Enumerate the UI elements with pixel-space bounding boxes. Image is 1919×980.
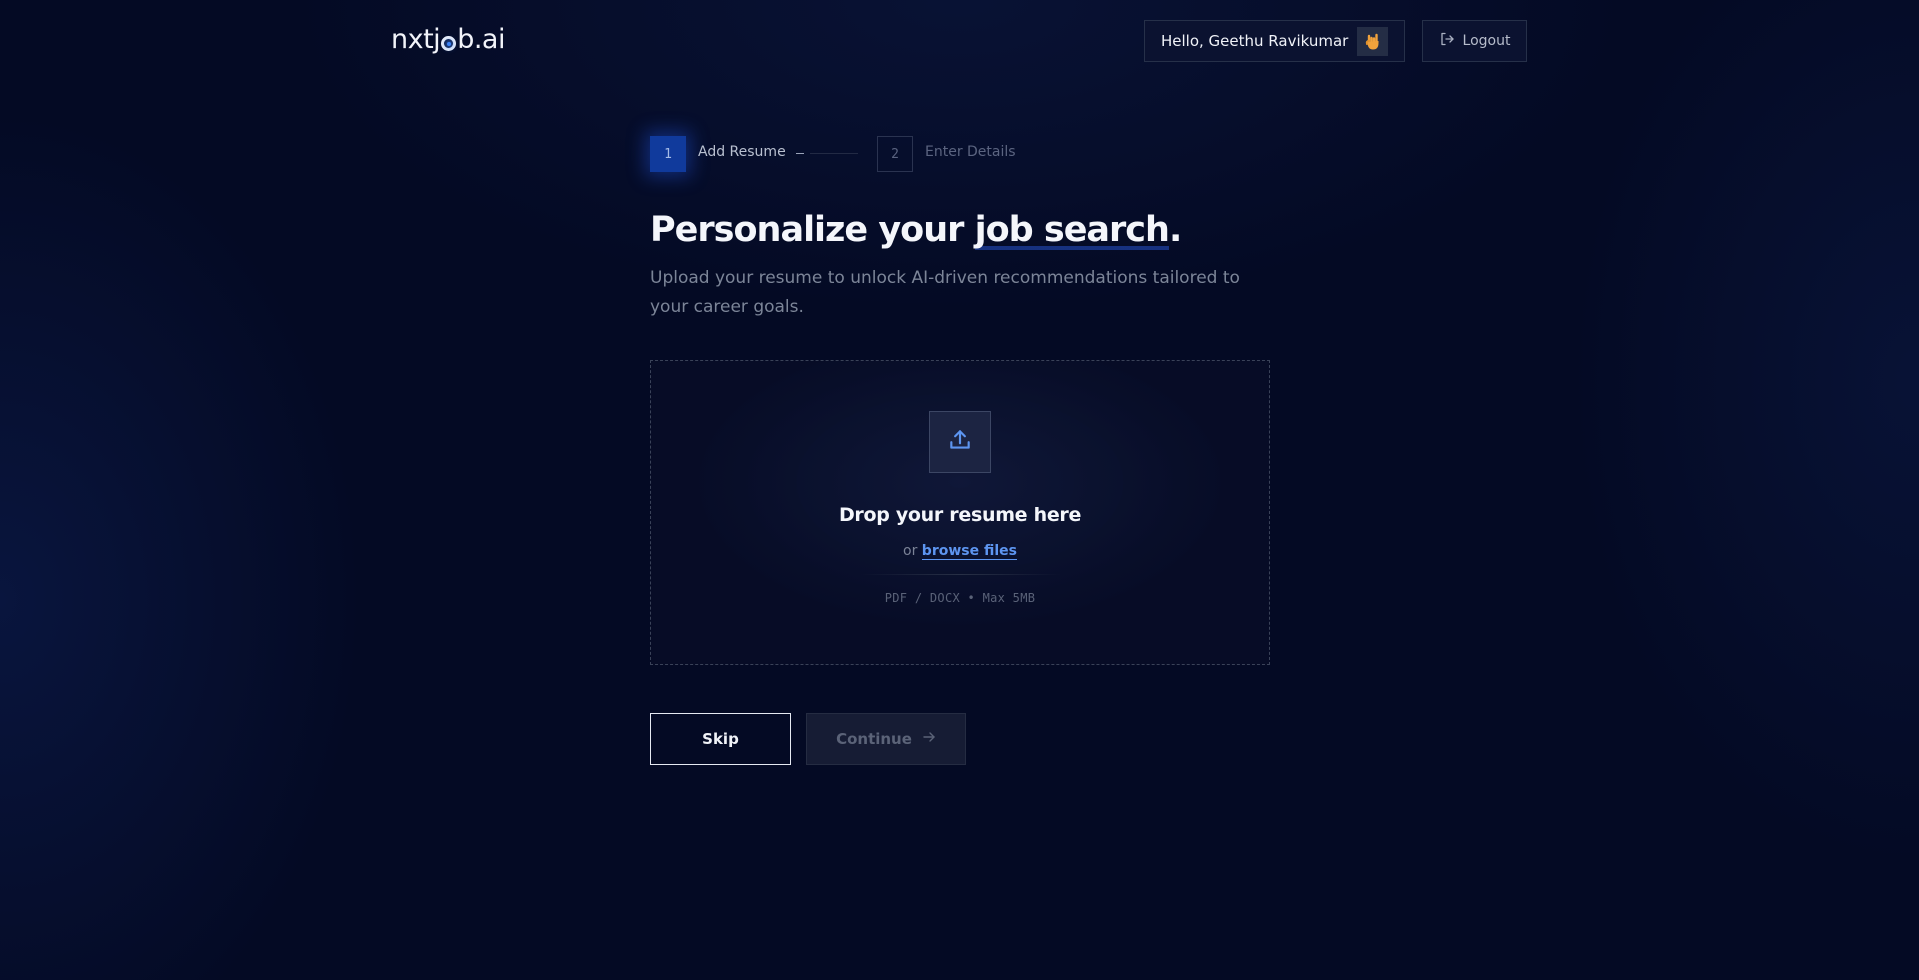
skip-button[interactable]: Skip	[650, 713, 791, 765]
step-1-label: Add Resume	[698, 144, 786, 160]
logo-text-suffix: b.ai	[457, 24, 505, 55]
step-1-number[interactable]: 1	[650, 136, 686, 172]
page-title: Personalize your job search.	[650, 206, 1182, 254]
step-2-label: Enter Details	[925, 144, 1016, 160]
continue-button-label: Continue	[836, 730, 912, 748]
dropzone-or-text: or	[903, 543, 918, 559]
skip-button-label: Skip	[702, 730, 739, 748]
page-title-highlight: job search	[974, 210, 1170, 250]
browse-files-link[interactable]: browse files	[921, 543, 1017, 560]
dropzone-title: Drop your resume here	[838, 504, 1082, 526]
page-title-prefix: Personalize your	[650, 210, 975, 250]
accepted-formats: PDF / DOCX • Max 5MB	[884, 591, 1036, 605]
dropzone-divider	[861, 574, 1061, 575]
greeting-text: Hello, Geethu Ravikumar	[1161, 32, 1349, 50]
dropzone-browse-line: or browse files	[651, 543, 1269, 560]
rock-hand-icon	[1357, 27, 1388, 56]
page-title-suffix: .	[1168, 210, 1182, 250]
arrow-right-icon	[922, 730, 936, 748]
logo-eye-icon	[441, 36, 457, 51]
resume-dropzone[interactable]: Drop your resume here or browse files PD…	[650, 360, 1270, 665]
upload-button[interactable]	[929, 411, 991, 473]
page-subtitle: Upload your resume to unlock AI-driven r…	[650, 268, 1240, 317]
upload-icon	[947, 427, 973, 457]
logout-icon	[1439, 31, 1455, 51]
step-connector	[810, 153, 858, 154]
step-connector-progress	[796, 153, 804, 154]
logout-label: Logout	[1462, 33, 1511, 49]
logout-button[interactable]: Logout	[1422, 20, 1527, 62]
continue-button[interactable]: Continue	[806, 713, 966, 765]
step-2-number[interactable]: 2	[877, 136, 913, 172]
logo-text-prefix: nxtj	[391, 24, 441, 55]
user-greeting: Hello, Geethu Ravikumar	[1144, 20, 1405, 62]
logo[interactable]: nxtj b.ai	[391, 22, 505, 58]
